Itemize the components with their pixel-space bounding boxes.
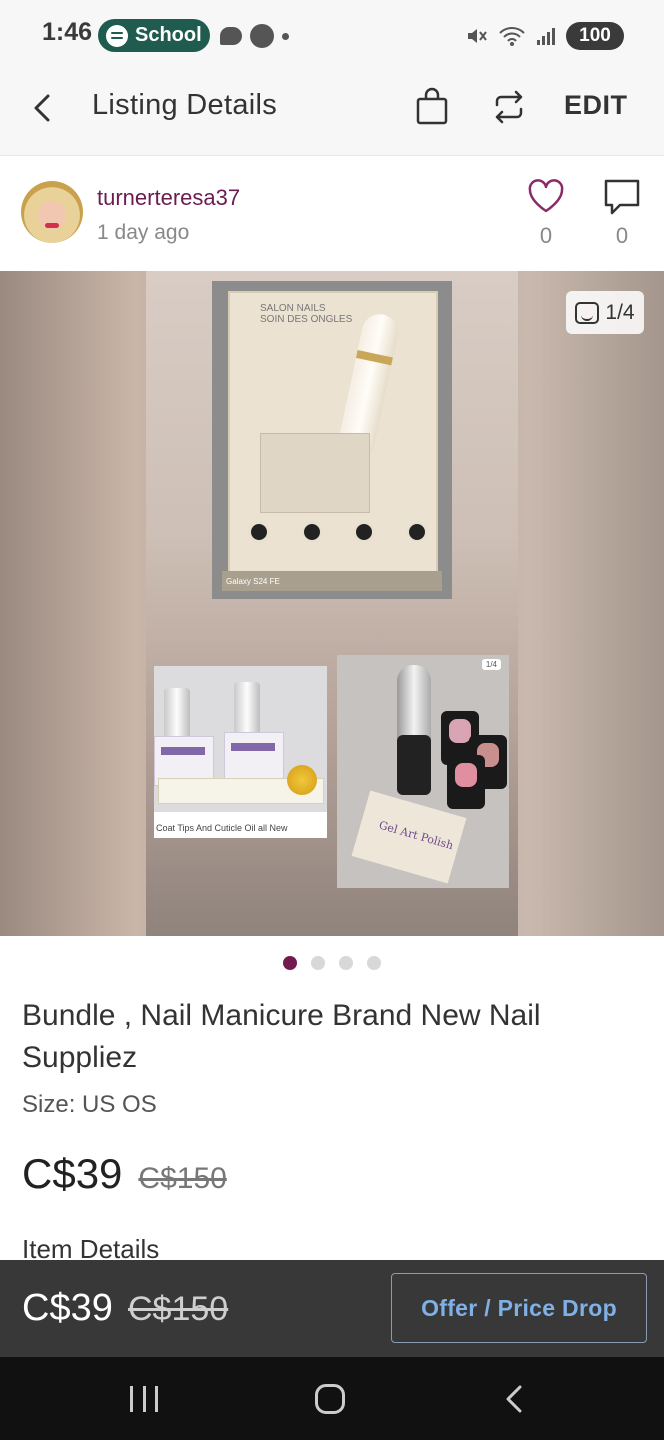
status-time: 1:46 [42,18,93,46]
system-icons: 100 [466,22,624,50]
product-box: SALON NAILS SOIN DES ONGLES [228,291,438,591]
photo-watermark: Galaxy S24 FE [226,577,280,586]
action-bar-original-price: C$150 [128,1290,229,1328]
gel-art-polish-label: Gel Art Polish [377,818,455,853]
listing-size: Size: US OS [22,1091,157,1118]
shopping-bag-icon[interactable] [414,87,450,127]
page-title: Listing Details [92,89,278,121]
listing-price: C$39 [22,1150,123,1197]
spotify-pill-label: School [135,24,202,46]
seller-username[interactable]: turnerteresa37 [97,185,240,211]
listing-original-price: C$150 [138,1162,227,1195]
home-icon[interactable] [315,1384,345,1414]
mini-image-counter: 1/4 [481,659,501,670]
feature-icons [248,521,428,543]
price-row: C$39 C$150 [22,1150,227,1198]
chat-icon [220,27,242,45]
avatar[interactable] [21,181,83,243]
carousel-pagination [0,956,664,970]
cuticle-oil-stick [158,765,324,804]
bottle-box [224,732,284,782]
heart-icon[interactable] [526,177,566,215]
like-count: 0 [539,223,553,248]
more-notifications-icon [282,32,289,40]
battery-indicator: 100 [566,22,624,50]
attachment-tray [260,433,370,513]
product-photo-gel-polish: 1/4 Gel Art Polish [337,655,509,888]
polish-pen [397,665,431,795]
status-bar: 1:46 School 100 [0,0,664,70]
repost-icon[interactable] [489,87,529,127]
system-nav-bar [0,1357,664,1440]
listing-title: Bundle , Nail Manicure Brand New Nail Su… [22,999,541,1074]
image-counter: 1/4 [566,291,644,334]
image-carousel[interactable]: SALON NAILS SOIN DES ONGLES Galaxy S24 F… [0,271,664,936]
notification-icons [220,24,289,48]
offer-price-drop-button[interactable]: Offer / Price Drop [391,1273,647,1343]
nav-back-icon[interactable] [500,1383,532,1415]
comment-count: 0 [615,223,629,248]
seller-row: turnerteresa37 1 day ago 0 0 [0,157,664,271]
app-notification-icon [250,24,274,48]
spotify-icon [106,24,128,47]
mute-icon [468,29,487,43]
polish-bottle [447,755,485,809]
back-arrow-icon[interactable] [26,90,62,126]
spotify-pill: School [98,19,210,52]
bottom-action-bar: C$39 C$150 Offer / Price Drop [0,1260,664,1357]
product-box-text: SALON NAILS SOIN DES ONGLES [260,303,353,325]
page-dot[interactable] [339,956,353,970]
edit-button[interactable]: EDIT [564,90,628,121]
bottle [234,682,260,738]
product-photo-manicure-kit: SALON NAILS SOIN DES ONGLES Galaxy S24 F… [212,281,452,599]
post-time: 1 day ago [97,221,190,244]
page-dot[interactable] [311,956,325,970]
comment-icon[interactable] [602,177,642,217]
signal-icon [537,28,555,45]
page-dot[interactable] [367,956,381,970]
product-photo-coat-tips: Coat Tips And Cuticle Oil all New [154,666,327,838]
action-bar-price: C$39 [22,1287,113,1329]
app-header: Listing Details EDIT [0,70,664,156]
image-counter-text: 1/4 [605,300,635,324]
recents-icon[interactable] [130,1386,158,1412]
coat-tips-caption: Coat Tips And Cuticle Oil all New [154,812,327,838]
wifi-icon [499,27,525,46]
page-dot-active[interactable] [283,956,297,970]
image-icon [575,301,600,324]
